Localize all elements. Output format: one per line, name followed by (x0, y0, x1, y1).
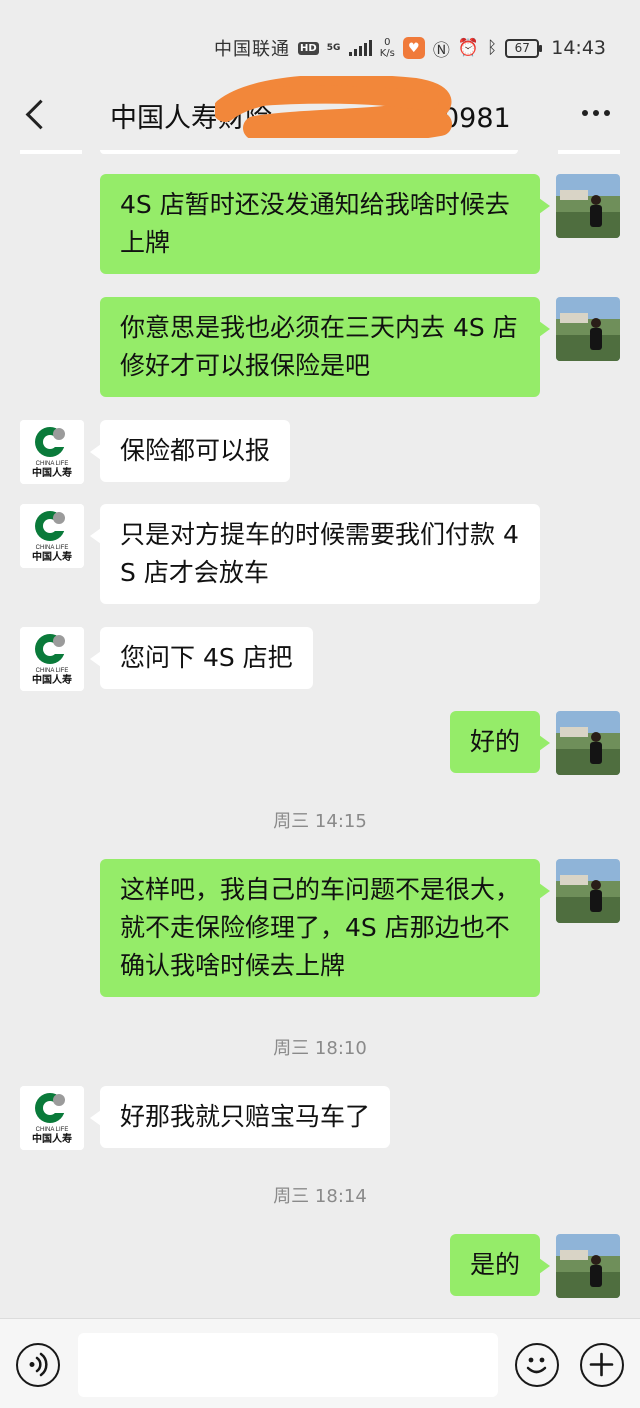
svg-text:中国人寿: 中国人寿 (32, 550, 72, 563)
network-speed: 0 K/s (380, 37, 395, 59)
chat-bubble-sent[interactable]: 你意思是我也必须在三天内去 4S 店修好才可以报保险是吧 (100, 297, 550, 397)
contact-avatar[interactable]: CHINA LIFE 中国人寿 (20, 504, 84, 568)
message-timestamp: 周三 18:14 (273, 1186, 367, 1207)
svg-text:中国人寿: 中国人寿 (32, 466, 72, 479)
network-speed-value: 0 (384, 37, 391, 48)
battery-icon: 67 (505, 38, 543, 58)
plus-icon (589, 1352, 614, 1377)
china-life-logo-icon: CHINA LIFE 中国人寿 (20, 420, 84, 484)
china-life-logo-icon: CHINA LIFE 中国人寿 (20, 504, 84, 568)
smiley-icon (526, 1357, 547, 1374)
contact-avatar[interactable]: CHINA LIFE 中国人寿 (20, 420, 84, 484)
message-input[interactable] (78, 1333, 498, 1397)
chat-bubble-received[interactable]: 您问下 4S 店把 (90, 627, 313, 689)
svg-text:CHINA LIFE: CHINA LIFE (36, 461, 69, 467)
my-avatar[interactable] (556, 174, 620, 238)
my-avatar[interactable] (556, 1234, 620, 1298)
chat-bubble-sent[interactable]: 4S 店暂时还没发通知给我啥时候去上牌 (100, 174, 550, 274)
bluetooth-icon: ᛒ (487, 38, 498, 58)
contact-avatar[interactable]: CHINA LIFE 中国人寿 (20, 1086, 84, 1150)
photo-avatar-icon (556, 1234, 620, 1298)
more-options-icon[interactable] (582, 110, 610, 116)
nfc-icon: Ⓝ (432, 40, 450, 61)
svg-text:中国人寿: 中国人寿 (32, 673, 72, 686)
message-timestamp: 周三 18:10 (273, 1038, 367, 1059)
message-list[interactable]: 4S 店暂时还没发通知给我啥时候去上牌 你意思是我也必须在三天内去 4S 店修好… (0, 150, 640, 1318)
chat-bubble-sent[interactable]: 好的 (449, 711, 551, 773)
more-actions-button[interactable] (580, 1343, 624, 1387)
china-life-logo-icon: CHINA LIFE 中国人寿 (20, 1086, 84, 1150)
redaction-scribble (215, 76, 452, 138)
photo-avatar-icon (556, 297, 620, 361)
message-timestamp: 周三 14:15 (273, 811, 367, 832)
svg-text:CHINA LIFE: CHINA LIFE (36, 1127, 69, 1133)
network-type: 5G (326, 42, 341, 53)
status-icons: 中国联通 HD 5G 0 K/s ♥ Ⓝ ⏰ ᛒ 67 14:43 (214, 34, 606, 62)
signal-icon (348, 40, 372, 56)
photo-avatar-icon (556, 859, 620, 923)
svg-text:CHINA LIFE: CHINA LIFE (36, 545, 69, 551)
photo-avatar-icon (556, 711, 620, 775)
clock: 14:43 (551, 37, 606, 59)
chat-bubble-sent[interactable]: 这样吧，我自己的车问题不是很大，就不走保险修理了，4S 店那边也不确认我啥时候去… (100, 859, 550, 997)
my-avatar[interactable] (556, 711, 620, 775)
back-arrow-icon[interactable] (22, 98, 52, 128)
chat-bubble-received[interactable]: 只是对方提车的时候需要我们付款 4S 店才会放车 (90, 504, 540, 604)
chat-bubble-sent[interactable]: 是的 (449, 1234, 551, 1296)
alarm-icon: ⏰ (457, 38, 480, 58)
contact-avatar[interactable]: CHINA LIFE 中国人寿 (20, 627, 84, 691)
hd-badge: HD (298, 41, 319, 55)
china-life-logo-icon: CHINA LIFE 中国人寿 (20, 627, 84, 691)
health-app-icon: ♥ (402, 37, 425, 59)
my-avatar[interactable] (556, 297, 620, 361)
my-avatar[interactable] (556, 859, 620, 923)
voice-input-button[interactable] (16, 1343, 60, 1387)
status-bar: 中国联通 HD 5G 0 K/s ♥ Ⓝ ⏰ ᛒ 67 14:43 (0, 0, 640, 80)
emoji-button[interactable] (515, 1343, 559, 1387)
photo-avatar-icon (556, 174, 620, 238)
voice-icon (29, 1352, 48, 1377)
chat-bubble-received[interactable]: 保险都可以报 (89, 420, 291, 482)
svg-text:中国人寿: 中国人寿 (32, 1132, 72, 1145)
svg-text:CHINA LIFE: CHINA LIFE (36, 668, 69, 674)
input-bar (0, 1318, 640, 1408)
carrier-label: 中国联通 (214, 39, 291, 60)
chat-bubble-received[interactable]: 好那我就只赔宝马车了 (89, 1086, 391, 1148)
network-speed-unit: K/s (379, 48, 395, 59)
